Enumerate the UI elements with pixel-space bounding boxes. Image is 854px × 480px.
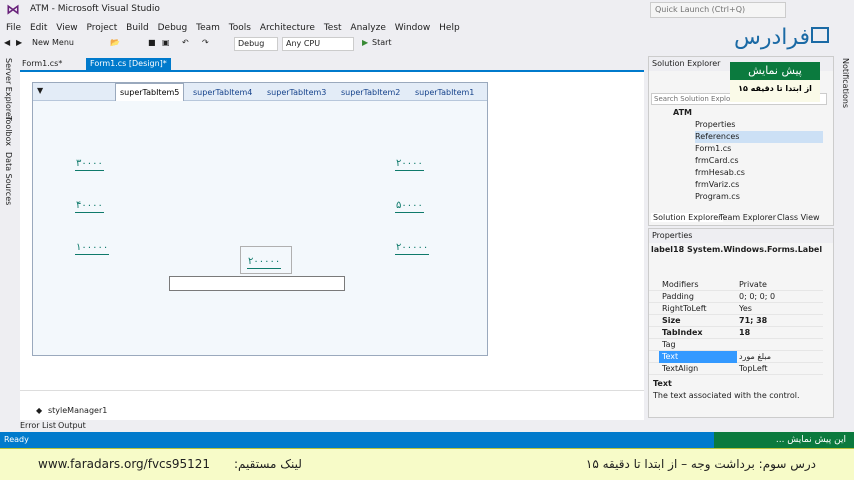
configuration-select[interactable]: Debug — [234, 37, 278, 51]
server-explorer-tab[interactable]: Server Explorer — [0, 58, 16, 120]
menu-architecture[interactable]: Architecture — [260, 20, 315, 36]
forward-icon[interactable]: ▶ — [16, 36, 22, 50]
text-property-input[interactable]: مبلغ مورد — [739, 351, 771, 363]
back-icon[interactable]: ◀ — [4, 36, 10, 50]
selected-label[interactable]: ۲۰۰۰۰۰ — [240, 246, 292, 274]
menu-bar: File Edit View Project Build Debug Team … — [0, 20, 854, 36]
menu-build[interactable]: Build — [126, 20, 149, 36]
direct-link-label: لینک مستقیم: — [234, 457, 302, 471]
preview-badge-title: پیش نمایش — [730, 62, 820, 80]
style-manager-component[interactable]: styleManager1 — [48, 406, 107, 415]
right-tool-strip: Notifications — [836, 56, 854, 426]
menu-help[interactable]: Help — [439, 20, 460, 36]
tab-solution-explorer[interactable]: Solution Explorer — [651, 213, 724, 222]
menu-debug[interactable]: Debug — [158, 20, 188, 36]
direct-link[interactable]: www.faradars.org/fvcs95121 — [38, 457, 210, 471]
amount-label-30000[interactable]: ۳۰۰۰۰ — [75, 157, 104, 171]
amount-label-50000[interactable]: ۵۰۰۰۰ — [395, 199, 424, 213]
title-bar: ⋈ ATM - Microsoft Visual Studio Quick La… — [0, 0, 854, 20]
amount-label-200000[interactable]: ۲۰۰۰۰۰ — [395, 241, 430, 255]
window-title: ATM - Microsoft Visual Studio — [30, 4, 160, 14]
property-desc-title: Text — [653, 379, 672, 388]
style-manager-icon: ◆ — [36, 406, 43, 415]
menu-tools[interactable]: Tools — [229, 20, 251, 36]
super-tab-strip: ▼ superTabItem5 superTabItem4 superTabIt… — [33, 83, 487, 101]
tab-form1-design[interactable]: Form1.cs [Design]* — [86, 58, 171, 70]
new-menu-button[interactable]: New Menu — [32, 36, 74, 50]
start-button[interactable]: Start — [372, 36, 392, 50]
tab-super1[interactable]: superTabItem1 — [411, 85, 478, 101]
dropdown-arrow-icon[interactable]: ▼ — [37, 86, 43, 95]
amount-textbox[interactable] — [169, 276, 345, 291]
prop-row-tag[interactable]: Tag — [649, 339, 823, 351]
tree-program[interactable]: Program.cs — [695, 191, 740, 203]
tab-class-view[interactable]: Class View — [777, 213, 820, 222]
visual-studio-icon: ⋈ — [6, 2, 20, 18]
tab-super3[interactable]: superTabItem3 — [263, 85, 330, 101]
prop-row-tabindex[interactable]: TabIndex 18 — [649, 327, 823, 339]
menu-test[interactable]: Test — [324, 20, 342, 36]
prop-row-textalign[interactable]: TextAlign TopLeft — [649, 363, 823, 375]
open-icon[interactable]: 📂 — [110, 36, 120, 50]
prop-row-text[interactable]: Text مبلغ مورد — [649, 351, 823, 363]
tree-frmvariz[interactable]: frmVariz.cs — [695, 179, 739, 191]
undo-icon[interactable]: ↶ — [182, 36, 189, 50]
component-tray: ◆ styleManager1 — [20, 390, 644, 420]
tree-frmcard[interactable]: frmCard.cs — [695, 155, 739, 167]
save-all-icon[interactable]: ▣ — [162, 36, 170, 50]
properties-title: Properties — [649, 229, 833, 243]
amount-label-center[interactable]: ۲۰۰۰۰۰ — [247, 255, 282, 269]
preview-badge: پیش نمایش از ابتدا تا دقیقه ۱۵ — [730, 62, 820, 102]
redo-icon[interactable]: ↷ — [202, 36, 209, 50]
lesson-title: درس سوم: برداشت وجه – از ابتدا تا دقیقه … — [585, 457, 816, 471]
notifications-tab[interactable]: Notifications — [837, 58, 853, 108]
menu-project[interactable]: Project — [86, 20, 117, 36]
tab-super5[interactable]: superTabItem5 — [115, 83, 185, 101]
designer-surface: ▼ superTabItem5 superTabItem4 superTabIt… — [20, 70, 644, 420]
tab-team-explorer[interactable]: Team Explorer — [719, 213, 776, 222]
tab-error-list[interactable]: Error List — [20, 421, 56, 430]
tree-frmhesab[interactable]: frmHesab.cs — [695, 167, 745, 179]
menu-window[interactable]: Window — [395, 20, 431, 36]
toolbar: ◀ ▶ New Menu 📂 ■ ▣ ↶ ↷ Debug Any CPU ▶ S… — [0, 36, 854, 52]
save-icon[interactable]: ■ — [148, 36, 156, 50]
preview-badge-subtitle: از ابتدا تا دقیقه ۱۵ — [738, 84, 812, 93]
tree-solution-atm[interactable]: ATM — [673, 107, 692, 119]
properties-object-select[interactable]: label18 System.Windows.Forms.Label — [651, 245, 822, 254]
amount-label-20000[interactable]: ۲۰۰۰۰ — [395, 157, 424, 171]
tree-references[interactable]: References — [695, 131, 823, 143]
tree-properties[interactable]: Properties — [695, 119, 735, 131]
data-sources-tab[interactable]: Data Sources — [0, 152, 16, 205]
tab-super2[interactable]: superTabItem2 — [337, 85, 404, 101]
form-design[interactable]: ▼ superTabItem5 superTabItem4 superTabIt… — [32, 82, 488, 356]
left-tool-strip: Server Explorer Toolbox Data Sources — [0, 56, 16, 426]
properties-panel: Properties label18 System.Windows.Forms.… — [648, 228, 834, 418]
platform-select[interactable]: Any CPU — [282, 37, 354, 51]
tree-form1[interactable]: Form1.cs — [695, 143, 731, 155]
lesson-banner: www.faradars.org/fvcs95121 لینک مستقیم: … — [0, 448, 854, 480]
amount-label-40000[interactable]: ۴۰۰۰۰ — [75, 199, 104, 213]
menu-edit[interactable]: Edit — [30, 20, 47, 36]
prop-row-padding[interactable]: Padding 0; 0; 0; 0 — [649, 291, 823, 303]
tab-output[interactable]: Output — [58, 421, 86, 430]
prop-row-modifiers[interactable]: Modifiers Private — [649, 279, 823, 291]
menu-file[interactable]: File — [6, 20, 21, 36]
quick-launch-input[interactable]: Quick Launch (Ctrl+Q) — [650, 2, 786, 18]
tab-form1-code[interactable]: Form1.cs* — [18, 58, 66, 70]
start-icon[interactable]: ▶ — [362, 36, 368, 50]
menu-team[interactable]: Team — [196, 20, 220, 36]
tab-super4[interactable]: superTabItem4 — [189, 85, 256, 101]
prop-row-size[interactable]: Size 71; 38 — [649, 315, 823, 327]
prop-row-righttoleft[interactable]: RightToLeft Yes — [649, 303, 823, 315]
document-tabs: Form1.cs* Form1.cs [Design]* — [16, 58, 644, 70]
toolbox-tab[interactable]: Toolbox — [0, 116, 16, 146]
menu-analyze[interactable]: Analyze — [350, 20, 385, 36]
property-desc-text: The text associated with the control. — [653, 391, 800, 400]
menu-view[interactable]: View — [56, 20, 77, 36]
amount-label-100000[interactable]: ۱۰۰۰۰۰ — [75, 241, 110, 255]
preview-status-bar: این پیش نمایش ... — [714, 432, 854, 448]
